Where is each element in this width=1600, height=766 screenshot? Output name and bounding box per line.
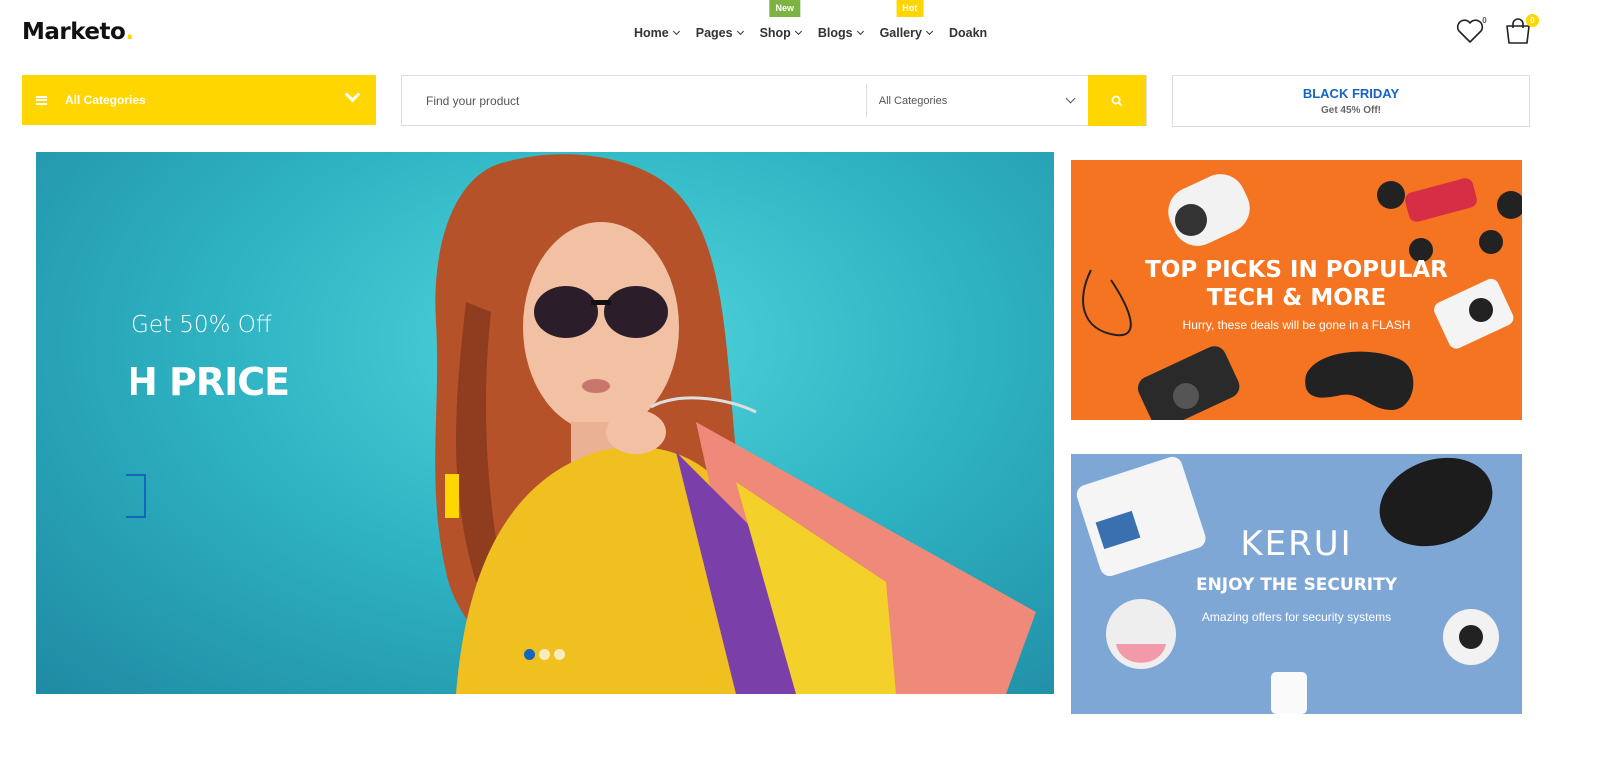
black-friday-promo[interactable]: BLACK FRIDAY Get 45% Off! (1172, 75, 1530, 127)
search-icon (1111, 95, 1123, 106)
hero-model-image (435, 154, 1036, 694)
slider-dot-1[interactable] (524, 649, 535, 660)
menu-icon (36, 95, 47, 105)
hero-subtitle: Get 50% Off (131, 312, 272, 338)
all-categories-button[interactable]: All Categories (22, 75, 376, 125)
slider-dots (524, 649, 565, 660)
slider-dot-3[interactable] (554, 649, 565, 660)
all-categories-label: All Categories (65, 93, 146, 107)
banner1-subtitle: Hurry, these deals will be gone in a FLA… (1182, 318, 1411, 332)
chevron-down-icon (672, 27, 680, 36)
wishlist-count: 0 (1482, 16, 1487, 25)
nav-doakn[interactable]: Doakn (949, 26, 987, 40)
slider-dot-2[interactable] (539, 649, 550, 660)
tech-deals-banner[interactable]: TOP PICKS IN POPULAR TECH & MORE Hurry, … (1071, 160, 1522, 420)
search-bar: All Categories (401, 75, 1147, 126)
nav-shop[interactable]: New Shop (760, 0, 802, 40)
cart-button[interactable]: 0 (1503, 14, 1539, 46)
promo-title: BLACK FRIDAY (1302, 86, 1400, 101)
chevron-down-icon (925, 27, 933, 36)
chevron-down-icon (794, 27, 802, 36)
banner2-brand: KERUI (1240, 524, 1353, 564)
nav-blogs[interactable]: Blogs (818, 26, 864, 40)
search-category-select[interactable]: All Categories (867, 76, 1088, 125)
new-tag: New (769, 0, 801, 17)
hot-tag: Hot (896, 0, 924, 17)
chevron-down-icon (736, 27, 744, 36)
site-logo[interactable]: Marketo. (22, 19, 134, 45)
nav-home[interactable]: Home (634, 26, 680, 40)
nav-gallery[interactable]: Hot Gallery (880, 0, 933, 40)
cart-count: 0 (1526, 14, 1539, 27)
security-banner[interactable]: KERUI ENJOY THE SECURITY Amazing offers … (1071, 454, 1522, 714)
banner2-subtitle: Amazing offers for security systems (1201, 610, 1392, 624)
chevron-down-icon (344, 86, 361, 103)
promo-subtitle: Get 45% Off! (1320, 105, 1381, 116)
banner2-title: ENJOY THE SECURITY (1195, 575, 1398, 595)
nav-pages[interactable]: Pages (696, 26, 744, 40)
site-header: Marketo. Home Pages New Shop Blogs Hot Gal… (0, 0, 1600, 70)
banner1-title-line1: TOP PICKS IN POPULAR (1145, 257, 1448, 283)
hero-title: H PRICE (126, 360, 290, 404)
search-category-value: All Categories (878, 94, 948, 107)
hero-slider[interactable]: Get 50% Off H PRICE (36, 152, 1054, 694)
hero-shop-button[interactable] (126, 474, 146, 518)
hero-cta-button[interactable] (445, 474, 459, 518)
search-input[interactable] (402, 76, 866, 125)
banner1-title-line2: TECH & MORE (1206, 285, 1387, 311)
search-button[interactable] (1088, 75, 1146, 126)
chevron-down-icon (1065, 93, 1076, 104)
wishlist-button[interactable]: 0 (1455, 16, 1487, 46)
chevron-down-icon (856, 27, 864, 36)
main-nav: Home Pages New Shop Blogs Hot Gallery Doak… (634, 0, 1004, 40)
